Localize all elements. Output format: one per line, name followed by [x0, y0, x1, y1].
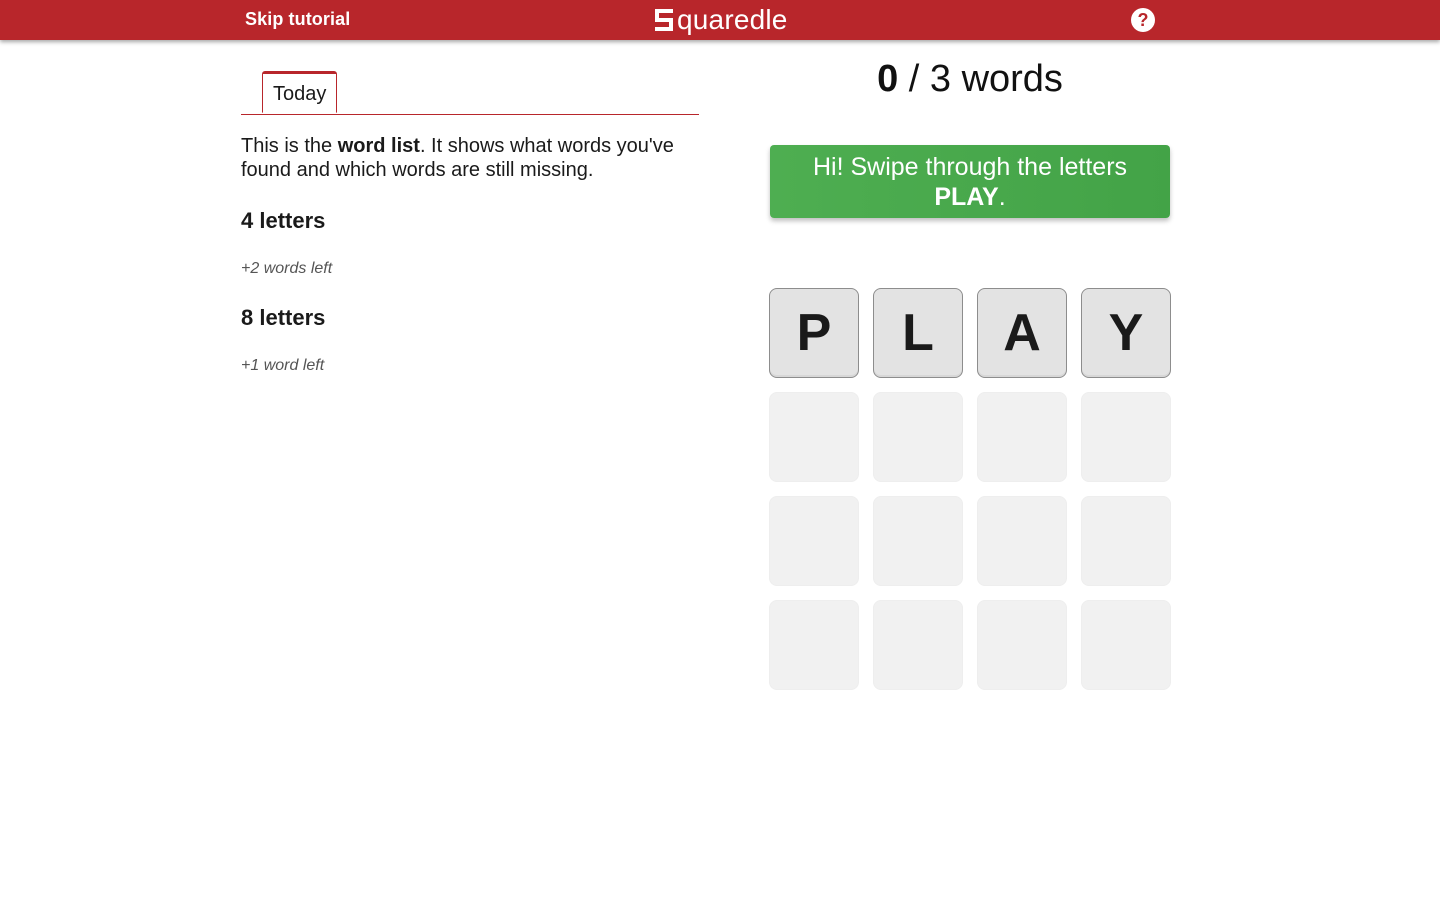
- banner-line2: PLAY.: [770, 182, 1170, 212]
- top-bar: Skip tutorial quaredle ?: [0, 0, 1440, 40]
- words-left-8-letters[interactable]: +1 word left: [241, 357, 324, 375]
- empty-tile: [1081, 600, 1171, 690]
- counter-rest: / 3 words: [898, 58, 1063, 100]
- empty-tile: [1081, 392, 1171, 482]
- empty-tile: [977, 600, 1067, 690]
- tab-today[interactable]: Today: [262, 71, 338, 113]
- words-left-4-letters[interactable]: +2 words left: [241, 260, 332, 278]
- letter-board: P L A Y: [769, 288, 1171, 690]
- banner-word: PLAY: [934, 183, 999, 211]
- help-icon[interactable]: ?: [1131, 8, 1155, 32]
- empty-tile: [873, 496, 963, 586]
- section-heading-8-letters: 8 letters: [241, 305, 326, 330]
- banner-line1: Hi! Swipe through the letters: [812, 153, 1128, 181]
- banner-end: .: [998, 183, 1006, 211]
- skip-tutorial-button[interactable]: Skip tutorial: [245, 9, 350, 30]
- empty-tile: [873, 600, 963, 690]
- tutorial-banner: Hi! Swipe through the letters PLAY.: [770, 145, 1170, 218]
- empty-tile: [769, 600, 859, 690]
- empty-tile: [769, 392, 859, 482]
- found-count: 0: [877, 58, 899, 100]
- letter-tile[interactable]: L: [873, 288, 963, 378]
- empty-tile: [977, 496, 1067, 586]
- squaredle-logo[interactable]: quaredle: [653, 4, 788, 36]
- letter-tile[interactable]: Y: [1081, 288, 1171, 378]
- empty-tile: [977, 392, 1067, 482]
- word-counter: 0 / 3 words: [770, 56, 1170, 102]
- section-heading-4-letters: 4 letters: [241, 208, 326, 233]
- letter-tile[interactable]: A: [977, 288, 1067, 378]
- empty-tile: [873, 392, 963, 482]
- letter-tile[interactable]: P: [769, 288, 859, 378]
- empty-tile: [769, 496, 859, 586]
- desc-bold: word list: [337, 135, 420, 157]
- logo-text: quaredle: [677, 4, 788, 35]
- logo-s-icon: [655, 9, 673, 31]
- desc-prefix: This is the: [241, 135, 338, 157]
- word-list-tabs: Today: [241, 70, 699, 115]
- empty-tile: [1081, 496, 1171, 586]
- word-list-description: This is the word list. It shows what wor…: [241, 134, 711, 182]
